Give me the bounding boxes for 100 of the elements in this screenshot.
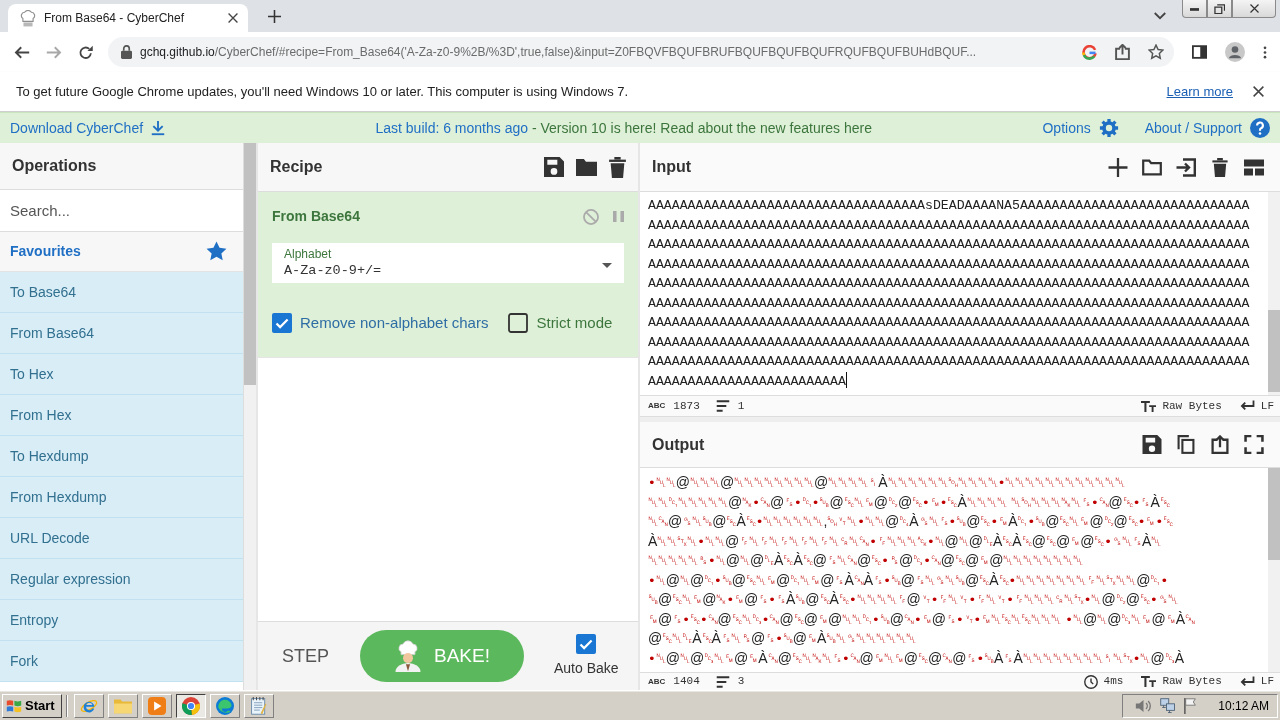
arrow-left-icon	[14, 44, 30, 60]
menu-icon[interactable]	[1263, 44, 1267, 60]
address-bar[interactable]: gchq.github.io/CyberChef/#recipe=From_Base64('A-Za-z0-9%2B/%3D',true,false)&input=Z0FBQVFBQUFBRUFBQUFBQUFBQUFRQUFBQUFBUHdBQUF...	[108, 37, 1174, 67]
save-icon[interactable]	[1142, 435, 1162, 454]
eol-label[interactable]: LF	[1260, 673, 1274, 690]
operation-item[interactable]: To Hex	[0, 354, 243, 395]
options-link[interactable]: Options	[1042, 117, 1119, 139]
fullscreen-icon[interactable]	[1244, 435, 1264, 454]
scrollbar[interactable]	[244, 143, 256, 690]
folder-icon[interactable]	[576, 158, 597, 176]
release-notes-link[interactable]: here	[844, 119, 873, 136]
output-line: ␀␀␀␀␀␈•␀@␀@␐À␛À␛@␜␀␘@␛•␞@␓•␘@␛@␙@␀␀␀␀␀␀␀␀	[648, 551, 1085, 570]
return-arrow-icon[interactable]	[1239, 400, 1255, 412]
copy-icon[interactable]	[1176, 435, 1196, 454]
operation-title: From Base64	[272, 207, 360, 226]
input-editor[interactable]: AAAAAAAAAAAAAAAAAAAAAAAAAAAAAAAAAAAsDEADAAAANA5AAAAAAAAAAAAAAAAAAAAAAAAAAAAA AAAAAAAAAAAAAAAAAAAAAAAAAAAAAAAAAAAAAAAAAAAAAAAAAAAAAAAAAAAAAAAAAAAAAAAAAAAA AAAAAAAAAAAAAAAAAAAAAAAAAAAAAAAAAAAAAAAAAAAAAAAAAAAAAAAAAAAAAAAAAAAAAAAAAAAA AAAAAAAAAAAAAAAAAAAAAAAAAAAAAAAAAAAAAAAAAAAAAAAAAAAAAAAAAAAAAAAAAAAAAAAAAAAA AAAAAAAAAAAAAAAAAAAAAAAAAAAAAAAAAAAAAAAAAAAAAAAAAAAAAAAAAAAAAAAAAAAAAAAAAAAA AAAAAAAAAAAAAAAAAAAAAAAAAAAAAAAAAAAAAAAAAAAAAAAAAAAAAAAAAAAAAAAAAAAAAAAAAAAA AAAAAAAAAAAAAAAAAAAAAAAAAAAAAAAAAAAAAAAAAAAAAAAAAAAAAAAAAAAAAAAAAAAAAAAAAAAA AAAAAAAAAAAAAAAAAAAAAAAAAAAAAAAAAAAAAAAAAAAAAAAAAAAAAAAAAAAAAAAAAAAAAAAAAAAA AAAAAAAAAAAAAAAAAAAAAAAAAAAAAAAAAAAAAAAAAAAAAAAAAAAAAAAAAAAAAAAAAAAAAAAAAAAA AAAAAAAAAAAAAAAAAAAAAAAAA	[640, 192, 1268, 395]
output-line: ␙@␜•␛•␘@␛␀␓•␘@␛@␙@␀␀␑•␚@␘•␙@␜•␋•␙␀␛␀␛␀␀␀ •␀@␀@␓␀␙@␙À␘	[648, 609, 1197, 629]
arrow-right-icon	[46, 44, 62, 60]
network-icon[interactable]	[1160, 697, 1176, 714]
download-link[interactable]: Download CyberChef	[10, 117, 166, 139]
browser-logo-icon	[182, 696, 200, 715]
import-icon[interactable]	[1176, 157, 1196, 177]
checkbox[interactable]	[272, 313, 292, 334]
checkbox[interactable]	[508, 313, 529, 334]
restore-button[interactable]	[1207, 0, 1232, 18]
scrollbar-thumb[interactable]	[244, 143, 256, 385]
start-button[interactable]: Start	[2, 693, 62, 718]
chevron-down-icon[interactable]	[1154, 12, 1166, 20]
browser-tab[interactable]: From Base64 - CyberChef	[8, 4, 248, 32]
checkbox-label: Remove non-alphabet chars	[300, 313, 489, 333]
restore-icon	[1214, 3, 1225, 14]
scrollbar-thumb[interactable]	[1268, 310, 1280, 392]
eol-label[interactable]: LF	[1260, 397, 1274, 415]
lock-icon	[121, 45, 132, 59]
text-format-icon[interactable]	[1141, 676, 1157, 687]
favourites-category[interactable]: Favourites	[0, 232, 243, 272]
plus-icon[interactable]	[1108, 157, 1128, 177]
panel-title: Output	[652, 434, 705, 455]
profile-avatar-icon[interactable]	[1225, 42, 1245, 62]
minimize-icon	[1190, 6, 1199, 11]
operation-item[interactable]: Regular expression	[0, 559, 243, 600]
scrollbar[interactable]	[1268, 468, 1280, 672]
operation-item[interactable]: Fork	[0, 641, 243, 682]
operation-item[interactable]: To Hexdump	[0, 436, 243, 477]
trash-icon[interactable]	[609, 156, 626, 178]
trash-icon[interactable]	[1210, 157, 1230, 177]
close-icon[interactable]	[1253, 86, 1264, 97]
layout-icon[interactable]	[1244, 157, 1264, 177]
minimize-button[interactable]	[1182, 0, 1207, 18]
side-panel-icon[interactable]	[1192, 45, 1207, 59]
infobar-message: To get future Google Chrome updates, you'll need Windows 10 or later. This computer is using Windows 7.	[16, 82, 629, 101]
output-line: À␀␀␂␀•␀␀@␌␀␌␀␌␀␌␀␌␀␍␀␘•␌␀␀␀␆•␀@␀@␐À␛À␛@␛@␙@␛•␝␀␜À␀	[648, 531, 1163, 551]
alphabet-select[interactable]: Alphabet A-Za-z0-9+/=	[272, 243, 624, 283]
panel-title: Operations	[0, 143, 243, 190]
operation-item[interactable]: URL Decode	[0, 518, 243, 559]
settings-icon	[1098, 118, 1119, 138]
scrollbar-thumb[interactable]	[1268, 468, 1280, 560]
g-logo-icon[interactable]	[1082, 44, 1097, 60]
lines-icon	[715, 400, 730, 412]
operation-item[interactable]: From Base64	[0, 313, 243, 354]
operation-item[interactable]: To Base64	[0, 272, 243, 313]
clock-icon	[1083, 674, 1098, 689]
checkbox[interactable]	[576, 633, 597, 654]
caret-icon	[602, 263, 612, 268]
bake-button[interactable]: BAKE!	[360, 630, 524, 682]
support-link[interactable]: About / Support	[1144, 117, 1270, 139]
encoding-label[interactable]: Raw Bytes	[1162, 673, 1222, 690]
step-button[interactable]: STEP	[282, 642, 328, 670]
plus-icon	[267, 9, 281, 23]
taskbar-app-button[interactable]	[176, 693, 206, 718]
save-icon[interactable]	[544, 157, 564, 177]
close-icon[interactable]	[228, 13, 238, 23]
scrollbar[interactable]	[1268, 192, 1280, 395]
notepad-icon	[250, 696, 268, 715]
star-icon[interactable]	[1148, 44, 1164, 60]
close-window-button[interactable]	[1232, 0, 1276, 18]
lines-icon	[715, 675, 730, 688]
windows-logo-icon	[6, 697, 22, 714]
char-count: 1873	[673, 398, 700, 414]
operation-item[interactable]: From Hexdump	[0, 477, 243, 518]
length-label: ABC	[648, 675, 666, 688]
output-line: ␚@␛␀␙@␕•␙@␜•␜À␚@␛À␛•␀␀␀␀␌@␋•␌␀␋•␌␀␋•␌␀␀␀␍␀␂•␀@␒@␛•␝␀	[648, 590, 1179, 609]
share-icon[interactable]	[1115, 44, 1130, 60]
move-to-input-icon[interactable]	[1210, 435, 1230, 454]
output-line: ␀␘@␝␀␚@␛À␛•␀␀␀␀␀␀,␁␋␀•␀␀@␔À␝␀␜•␚@␛•␙À␑•␚@␛␀␙@␒@␛•␙•␛	[648, 512, 1175, 531]
return-arrow-icon[interactable]	[1239, 675, 1255, 688]
text-format-icon[interactable]	[1141, 400, 1157, 412]
output-line: •␀@␀@␑•␚@␛␀␙@␑␀␙@␜À␘À␜•␚@␜␀␝␀␚@␛À␛•␀␀␀␀␀␀␀␌␀␂␀␀@␑•	[648, 570, 1170, 590]
help-icon	[1250, 118, 1270, 138]
operation-item[interactable]: Entropy	[0, 600, 243, 641]
line-count: 1	[737, 398, 745, 414]
learn-more-link[interactable]: Learn more	[1166, 81, 1233, 102]
folder-icon[interactable]	[1142, 157, 1162, 177]
operation-item[interactable]: From Hex	[0, 395, 243, 436]
encoding-label[interactable]: Raw Bytes	[1162, 397, 1222, 415]
release-notice: Last build: 6 months ago - Version 10 is here! Read about the new features here	[374, 118, 874, 138]
output-line: •␀␀@␀␀␀@␀␀␀␀␀␀␀␀@␀␀␀␀␏À␀␀␀␀␀␀␁␀␀␀␀•␀␀␀␀␀␀␀␀␀␀␀␀	[648, 473, 1127, 492]
flag-icon[interactable]	[1184, 697, 1197, 714]
reload-icon	[78, 44, 94, 60]
speaker-icon[interactable]	[1135, 698, 1152, 713]
